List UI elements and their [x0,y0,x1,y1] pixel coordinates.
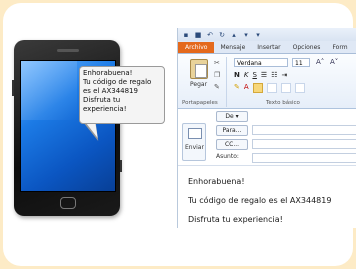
bold-icon[interactable]: N [234,71,240,79]
side-button [12,80,14,96]
format-row: N K S ☰ ☷ ⇥ [234,71,287,79]
from-button[interactable]: De ▾ [216,111,248,122]
format-painter-icon[interactable]: ✎ [214,83,220,91]
message-body[interactable]: Enhorabuena! Tu código de regalo es el A… [178,166,356,228]
save-icon[interactable]: ▪ [182,31,190,39]
bubble-line: experiencia! [83,105,127,113]
down-arrow-icon[interactable]: ▾ [242,31,250,39]
customize-icon[interactable]: ▾ [254,31,262,39]
from-label: De [225,113,234,120]
speaker [57,49,79,52]
italic-icon[interactable]: K [244,71,249,79]
sms-bubble: Enhorabuena! Tu código de regalo es el A… [79,66,165,124]
cc-button[interactable]: CC... [216,139,248,150]
tab-format[interactable]: Form [326,42,353,53]
tab-options[interactable]: Opciones [287,42,327,53]
quick-access-toolbar: ▪ ■ ↶ ↻ ▴ ▾ ▾ [178,28,356,41]
color-align-row: ✎ A [234,83,305,93]
copy-icon[interactable]: ❐ [214,71,220,79]
ribbon-tabs: Archivo Mensaje Insertar Opciones Form [178,41,356,54]
body-line: Disfruta tu experiencia! [188,215,283,224]
body-line: Tu código de regalo es el AX344819 [188,196,332,205]
align-left-icon[interactable] [252,83,263,93]
to-button[interactable]: Para... [216,125,248,136]
undo-icon[interactable]: ↶ [206,31,214,39]
grow-font-icon[interactable]: A˄ [316,58,324,66]
envelope-icon [188,128,202,139]
paste-icon[interactable] [190,59,208,79]
bubble-line: Enhorabuena! [83,69,133,77]
numbering-icon[interactable]: ☷ [271,71,277,79]
clipboard-group-label: Portapapeles [182,100,218,106]
tab-insert[interactable]: Insertar [251,42,286,53]
bubble-line: Disfruta tu [83,96,121,104]
bubble-line: Tu código de regalo [83,78,152,86]
bullets-icon[interactable]: ☰ [261,71,267,79]
subject-field[interactable] [252,153,356,163]
send-button[interactable]: Enviar [182,123,206,161]
ribbon: Pegar ✂ ❐ ✎ Portapapeles Verdana 11 A˄ A… [178,54,356,109]
tab-file[interactable]: Archivo [178,42,215,53]
up-arrow-icon[interactable]: ▴ [230,31,238,39]
to-field[interactable] [252,125,356,135]
basic-text-group: Verdana 11 A˄ A˅ N K S ☰ ☷ ⇥ ✎ A Texto b… [230,57,350,107]
shrink-font-icon[interactable]: A˅ [330,58,338,66]
align-right-icon[interactable] [280,83,291,93]
indent-icon[interactable]: ⇥ [281,71,287,79]
email-window: ▪ ■ ↶ ↻ ▴ ▾ ▾ Archivo Mensaje Insertar O… [177,28,356,228]
body-line: Enhorabuena! [188,177,245,186]
message-header: Enviar De ▾ Para... CC... Asunto: [178,109,356,166]
tab-message[interactable]: Mensaje [214,42,251,53]
underline-icon[interactable]: S [252,71,256,79]
align-center-icon[interactable] [266,83,277,93]
subject-label: Asunto: [216,153,239,160]
cc-field[interactable] [252,139,356,149]
save-icon[interactable]: ■ [194,31,202,39]
text-group-label: Texto básico [266,100,300,106]
side-button [120,160,122,172]
highlight-icon[interactable]: ✎ [234,83,240,93]
paste-label[interactable]: Pegar [190,81,207,88]
font-size-select[interactable]: 11 [292,58,310,67]
font-name-select[interactable]: Verdana [234,58,288,67]
redo-icon[interactable]: ↻ [218,31,226,39]
font-color-icon[interactable]: A [244,83,249,93]
cut-icon[interactable]: ✂ [214,59,220,67]
send-label: Enviar [185,144,204,151]
clipboard-group: Pegar ✂ ❐ ✎ Portapapeles [182,57,227,107]
justify-icon[interactable] [294,83,305,93]
home-button [60,197,76,209]
bubble-line: es el AX344819 [83,87,138,95]
